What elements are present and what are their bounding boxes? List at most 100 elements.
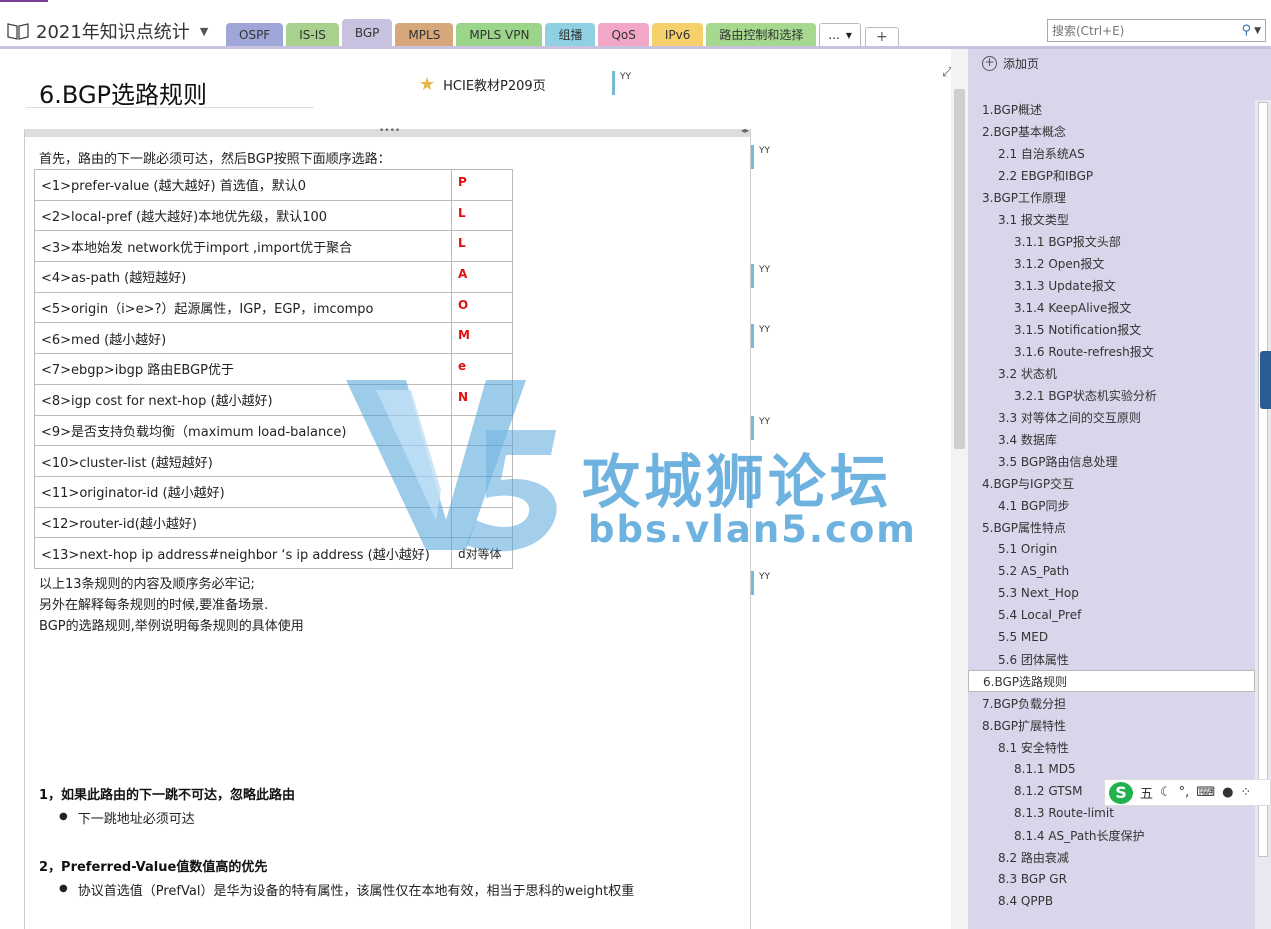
punctuation-icon[interactable]: °, <box>1179 785 1190 800</box>
page-title[interactable]: 6.BGP选路规则 <box>39 75 207 110</box>
page-list-item[interactable]: 4.1 BGP同步 <box>968 494 1255 516</box>
tab-路由控制和选择[interactable]: 路由控制和选择 <box>706 23 817 46</box>
page-list-item[interactable]: 3.1.2 Open报文 <box>968 252 1255 274</box>
rules-table[interactable]: <1>prefer-value (越大越好) 首选值，默认0 P <2>local-… <box>34 169 513 569</box>
add-section-button[interactable]: + <box>864 27 899 46</box>
table-row[interactable]: <3>本地始发 network优于import ,import优于聚合 L <box>34 230 513 263</box>
chevron-down-icon[interactable]: ▼ <box>1254 26 1261 36</box>
page-list-item[interactable]: 2.2 EBGP和IBGP <box>968 164 1255 186</box>
summary-text[interactable]: 以上13条规则的内容及顺序务必牢记; 另外在解释每条规则的时候,要准备场景. BGP… <box>39 574 304 637</box>
side-grip-handle[interactable] <box>1260 351 1271 409</box>
page-list-item[interactable]: 3.1.6 Route-refresh报文 <box>968 340 1255 362</box>
rule-cell[interactable]: <4>as-path (越短越好) <box>34 261 452 293</box>
table-row[interactable]: <1>prefer-value (越大越好) 首选值，默认0 P <box>34 169 513 201</box>
page-list-item[interactable]: 5.5 MED <box>968 626 1255 648</box>
rule-code-cell[interactable] <box>451 445 513 477</box>
page-list-item[interactable]: 8.1 安全特性 <box>968 736 1255 758</box>
page-list-item[interactable]: 5.1 Origin <box>968 538 1255 560</box>
page-list-item[interactable]: 5.BGP属性特点 <box>968 516 1255 538</box>
search-box[interactable]: ⚲ ▼ <box>1047 19 1266 42</box>
table-row[interactable]: <4>as-path (越短越好) A <box>34 261 513 293</box>
rule-code-cell[interactable]: P <box>451 169 513 201</box>
rule-cell[interactable]: <12>router-id(越小越好) <box>34 506 452 539</box>
page-list-item[interactable]: 2.BGP基本概念 <box>968 120 1255 142</box>
panel-scrollbar-thumb[interactable] <box>1258 102 1268 857</box>
rule-cell[interactable]: <6>med (越小越好) <box>34 322 452 355</box>
user-icon[interactable]: ● <box>1222 785 1233 800</box>
search-icon[interactable]: ⚲ <box>1242 23 1252 38</box>
expand-icon[interactable]: ⤢ <box>942 65 951 80</box>
add-page-button[interactable]: + 添加页 <box>982 55 1039 72</box>
page-list-item[interactable]: 3.2.1 BGP状态机实验分析 <box>968 384 1255 406</box>
content-scrollbar-thumb[interactable] <box>954 89 965 449</box>
table-row[interactable]: <8>igp cost for next-hop (越小越好) N <box>34 383 513 416</box>
page-list-item[interactable]: 3.1.5 Notification报文 <box>968 318 1255 340</box>
page-list-item[interactable]: 3.BGP工作原理 <box>968 186 1255 208</box>
tab-ipv6[interactable]: IPv6 <box>651 23 704 46</box>
page-list-item[interactable]: 8.BGP扩展特性 <box>968 714 1255 736</box>
page-list-item[interactable]: 8.1.1 MD5 <box>968 758 1255 780</box>
page-list-item[interactable]: 3.1.3 Update报文 <box>968 274 1255 296</box>
rule-cell[interactable]: <8>igp cost for next-hop (越小越好) <box>34 383 452 416</box>
table-row[interactable]: <7>ebgp>ibgp 路由EBGP优于 e <box>34 353 513 385</box>
page-list-item[interactable]: 4.BGP与IGP交互 <box>968 472 1255 494</box>
table-row[interactable]: <2>local-pref (越大越好)本地优先级，默认100 L <box>34 199 513 232</box>
tab-ospf[interactable]: OSPF <box>226 23 284 46</box>
page-list-item[interactable]: 8.3 BGP GR <box>968 868 1255 890</box>
page-list-item[interactable]: 5.3 Next_Hop <box>968 582 1255 604</box>
intro-text[interactable]: 首先，路由的下一跳必须可达，然后BGP按照下面顺序选路： <box>39 148 391 167</box>
rule-cell[interactable]: <7>ebgp>ibgp 路由EBGP优于 <box>34 353 452 385</box>
table-row[interactable]: <6>med (越小越好) M <box>34 322 513 355</box>
page-list-item[interactable]: 8.4 QPPB <box>968 890 1255 912</box>
table-row[interactable]: <12>router-id(越小越好) <box>34 506 513 539</box>
rule-code-cell[interactable] <box>451 414 513 447</box>
rule-code-cell[interactable]: L <box>451 230 513 263</box>
table-row[interactable]: <9>是否支持负载均衡（maximum load-balance) <box>34 414 513 447</box>
table-row[interactable]: <13>next-hop ip address#neighbor ‘s ip a… <box>34 537 513 569</box>
page-list-item[interactable]: 5.4 Local_Pref <box>968 604 1255 626</box>
content-scrollbar[interactable] <box>951 49 968 929</box>
page-list-item[interactable]: 3.1.1 BGP报文头部 <box>968 230 1255 252</box>
notebook-selector[interactable]: 2021年知识点统计 ▼ <box>6 18 208 44</box>
rule-code-cell[interactable] <box>451 475 513 508</box>
page-list-item[interactable]: 5.2 AS_Path <box>968 560 1255 582</box>
bullet-item[interactable]: ● 协议首选值（PrefVal）是华为设备的特有属性，该属性仅在本地有效，相当于… <box>59 880 634 899</box>
page-list-item[interactable]: 5.6 团体属性 <box>968 648 1255 670</box>
moon-icon[interactable]: ☾ <box>1160 785 1172 800</box>
page-list-item[interactable]: 6.BGP选路规则 <box>968 670 1255 692</box>
rule-cell[interactable]: <10>cluster-list (越短越好) <box>34 445 452 477</box>
reference-note[interactable]: ★ HCIE教材P209页 <box>419 74 546 95</box>
rule-cell[interactable]: <1>prefer-value (越大越好) 首选值，默认0 <box>34 169 452 201</box>
page-list-item[interactable]: 3.3 对等体之间的交互原则 <box>968 406 1255 428</box>
rule-code-cell[interactable]: A <box>451 261 513 293</box>
page-list-item[interactable]: 8.2 路由衰减 <box>968 846 1255 868</box>
tab-组播[interactable]: 组播 <box>545 23 596 46</box>
rule-code-cell[interactable]: O <box>451 291 513 324</box>
bullet-item[interactable]: ● 下一跳地址必须可达 <box>59 808 195 827</box>
ime-logo-icon[interactable]: S <box>1109 781 1133 804</box>
rule-cell[interactable]: <13>next-hop ip address#neighbor ‘s ip a… <box>34 537 452 569</box>
table-row[interactable]: <11>originator-id (越小越好) <box>34 475 513 508</box>
page-list-item[interactable]: 2.1 自治系统AS <box>968 142 1255 164</box>
rule-cell[interactable]: <2>local-pref (越大越好)本地优先级，默认100 <box>34 199 452 232</box>
rule-cell[interactable]: <5>origin（i>e>?）起源属性，IGP，EGP，imcompo <box>34 291 452 324</box>
page-list-item[interactable]: 3.1 报文类型 <box>968 208 1255 230</box>
page-list-item[interactable]: 3.2 状态机 <box>968 362 1255 384</box>
table-row[interactable]: <5>origin（i>e>?）起源属性，IGP，EGP，imcompo O <box>34 291 513 324</box>
keyboard-icon[interactable]: ⌨ <box>1196 785 1215 800</box>
section-heading-1[interactable]: 1，如果此路由的下一跳不可达，忽略此路由 <box>39 784 295 803</box>
ime-toolbar[interactable]: S 五 ☾ °, ⌨ ● ⁘ <box>1104 779 1271 806</box>
rule-code-cell[interactable]: d对等体 <box>451 537 513 569</box>
section-heading-2[interactable]: 2，Preferred-Value值数值高的优先 <box>39 856 267 875</box>
page-list-item[interactable]: 8.1.4 AS_Path长度保护 <box>968 824 1255 846</box>
tab-qos[interactable]: QoS <box>598 23 649 46</box>
tab-mpls-vpn[interactable]: MPLS VPN <box>456 23 543 46</box>
rule-code-cell[interactable]: M <box>451 322 513 355</box>
page-list-item[interactable]: 3.5 BGP路由信息处理 <box>968 450 1255 472</box>
rule-code-cell[interactable]: L <box>451 199 513 232</box>
page-list-item[interactable]: 1.BGP概述 <box>968 98 1255 120</box>
page-list-item[interactable]: 3.4 数据库 <box>968 428 1255 450</box>
rule-code-cell[interactable]: N <box>451 383 513 416</box>
tab-bgp[interactable]: BGP <box>341 19 393 46</box>
page-list-item[interactable]: 7.BGP负载分担 <box>968 692 1255 714</box>
